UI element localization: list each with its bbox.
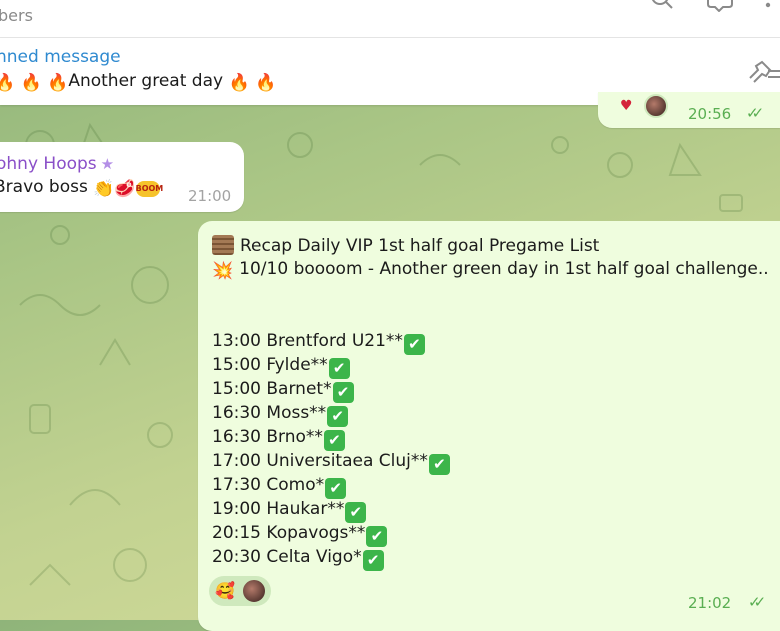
fire-emoji: 🔥 <box>20 73 42 93</box>
sender-name[interactable]: ohny Hoops ★ <box>0 154 114 174</box>
pick-line: 20:30 Celta Vigo* ✔ <box>212 547 384 571</box>
pick-text: 17:30 Como* <box>212 475 325 495</box>
message-bubble-outgoing-previous[interactable]: ♥ 20:56 ✓✓ <box>598 92 780 128</box>
pinned-text-content: Another great day <box>68 71 224 91</box>
reactor-avatar <box>644 94 668 118</box>
message-time: 21:00 <box>188 187 232 205</box>
check-mark-icon: ✔ <box>323 430 345 451</box>
pinned-message-title: nned message <box>0 47 121 67</box>
pick-line: 17:00 Universitaea Cluj** ✔ <box>212 451 450 475</box>
message-text-content: Bravo boss <box>0 177 88 197</box>
pick-line: 19:00 Haukar** ✔ <box>212 499 367 523</box>
discussion-icon[interactable] <box>706 0 734 17</box>
sender-name-text: ohny Hoops <box>0 154 97 174</box>
check-mark-icon: ✔ <box>345 502 367 523</box>
header-line-2-text: 10/10 boooom - Another green day in 1st … <box>239 259 769 279</box>
pick-text: 16:30 Moss** <box>212 403 327 423</box>
smiling-face-with-hearts-emoji: 🥰 <box>215 581 235 600</box>
header-line-1-text: Recap Daily VIP 1st half goal Pregame Li… <box>240 236 600 256</box>
pick-line: 20:15 Kopavogs** ✔ <box>212 523 388 547</box>
collision-emoji: 💥 <box>212 261 234 281</box>
message-header-line-1: Recap Daily VIP 1st half goal Pregame Li… <box>212 235 599 256</box>
premium-star-icon: ★ <box>100 155 115 173</box>
fire-emoji: 🔥 <box>228 73 250 93</box>
pick-text: 15:00 Barnet* <box>212 379 332 399</box>
pick-text: 15:00 Fylde** <box>212 355 328 375</box>
message-time: 20:56 <box>688 105 732 123</box>
check-mark-icon: ✔ <box>328 358 350 379</box>
pick-text: 17:00 Universitaea Cluj** <box>212 451 428 471</box>
fire-emoji: 🔥 <box>47 73 69 93</box>
reactor-avatar <box>241 578 267 604</box>
pick-line: 13:00 Brentford U21** ✔ <box>212 331 425 355</box>
scroll-emoji <box>212 235 234 255</box>
check-mark-icon: ✔ <box>362 550 384 571</box>
search-icon[interactable] <box>650 0 676 15</box>
clapping-hands-emoji: 👏 <box>93 179 115 199</box>
pick-line: 15:00 Fylde** ✔ <box>212 355 350 379</box>
message-bubble-incoming[interactable]: ohny Hoops ★ Bravo boss 👏🥩BOOM 21:00 <box>0 142 244 212</box>
check-mark-icon: ✔ <box>403 334 425 355</box>
pick-text: 13:00 Brentford U21** <box>212 331 403 351</box>
chat-subtitle: bers <box>0 6 33 25</box>
check-mark-icon: ✔ <box>428 454 450 475</box>
pick-line: 17:30 Como* ✔ <box>212 475 347 499</box>
read-checkmarks-icon: ✓✓ <box>746 104 764 122</box>
boom-sticker-icon: BOOM <box>135 181 163 197</box>
pick-text: 20:30 Celta Vigo* <box>212 547 362 567</box>
message-text: Bravo boss 👏🥩BOOM <box>0 177 163 199</box>
fire-emoji: 🔥 <box>255 73 277 93</box>
pinned-message-text: 🔥 🔥 🔥Another great day 🔥 🔥 <box>0 71 276 93</box>
heart-reaction-icon: ♥ <box>620 98 633 114</box>
message-time: 21:02 <box>688 594 732 612</box>
check-mark-icon: ✔ <box>327 406 349 427</box>
check-mark-icon: ✔ <box>325 478 347 499</box>
more-icon[interactable] <box>764 0 772 15</box>
check-mark-icon: ✔ <box>332 382 354 403</box>
check-mark-icon: ✔ <box>366 526 388 547</box>
chat-header: bers <box>0 0 780 38</box>
pick-text: 20:15 Kopavogs** <box>212 523 366 543</box>
pick-line: 15:00 Barnet* ✔ <box>212 379 354 403</box>
read-checkmarks-icon: ✓✓ <box>748 593 766 611</box>
message-header-line-2: 💥 10/10 boooom - Another green day in 1st… <box>212 259 769 281</box>
meat-emoji: 🥩 <box>114 179 136 199</box>
pick-line: 16:30 Brno** ✔ <box>212 427 345 451</box>
pick-line: 16:30 Moss** ✔ <box>212 403 349 427</box>
reaction-button[interactable]: 🥰 <box>209 576 271 606</box>
message-bubble-outgoing[interactable]: Recap Daily VIP 1st half goal Pregame Li… <box>198 221 780 631</box>
pick-text: 19:00 Haukar** <box>212 499 345 519</box>
fire-emoji: 🔥 <box>0 73 16 93</box>
unpin-icon[interactable] <box>746 60 780 84</box>
pick-text: 16:30 Brno** <box>212 427 323 447</box>
